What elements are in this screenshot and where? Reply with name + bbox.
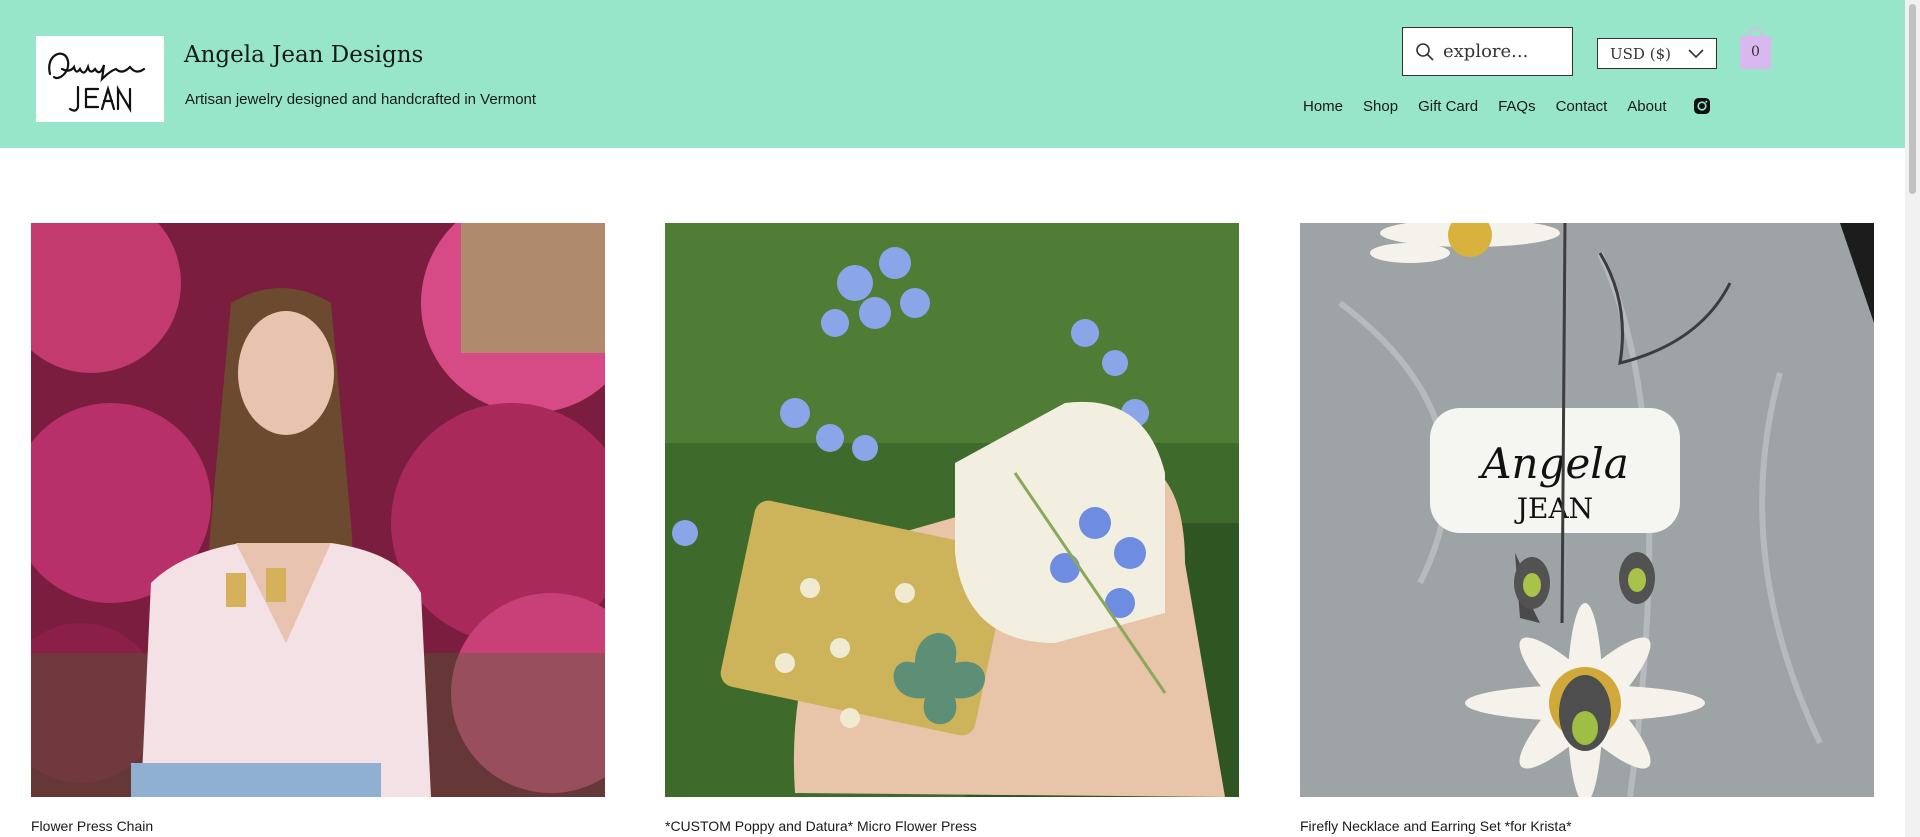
search-icon [1416,42,1434,61]
nav-gift-card[interactable]: Gift Card [1418,98,1478,115]
product-name[interactable]: Firefly Necklace and Earring Set *for Kr… [1300,818,1874,834]
main-nav: Home Shop Gift Card FAQs Contact About [1303,97,1711,115]
product-name[interactable]: Flower Press Chain [31,818,605,834]
site-header: Angela Jean Designs Artisan jewelry desi… [0,0,1905,148]
product-image-micro-flower-press[interactable] [665,223,1239,797]
svg-text:Angela: Angela [1477,439,1629,488]
product-card[interactable]: Flower Press Chain [31,223,605,834]
scrollbar-thumb[interactable] [1909,4,1916,194]
logo[interactable] [36,36,164,122]
product-card[interactable]: *CUSTOM Poppy and Datura* Micro Flower P… [665,223,1239,834]
cart-button[interactable]: 0 [1739,26,1772,70]
nav-contact[interactable]: Contact [1556,98,1608,115]
product-card[interactable]: Angela JEAN Firefly Necklace and Earring… [1300,223,1874,834]
site-tagline: Artisan jewelry designed and handcrafted… [185,91,537,108]
svg-text:JEAN: JEAN [1514,492,1593,525]
product-image-firefly-set[interactable]: Angela JEAN [1300,223,1874,797]
nav-about[interactable]: About [1627,98,1666,115]
product-name[interactable]: *CUSTOM Poppy and Datura* Micro Flower P… [665,818,1239,834]
site-title[interactable]: Angela Jean Designs [184,42,423,68]
search-box[interactable] [1402,27,1573,76]
nav-faqs[interactable]: FAQs [1498,98,1536,115]
product-image-flower-press-chain[interactable] [31,223,605,797]
cart-count: 0 [1751,44,1760,60]
currency-value: USD ($) [1610,44,1671,63]
currency-select[interactable]: USD ($) [1597,38,1717,69]
search-input[interactable] [1443,41,1563,62]
chevron-down-icon [1688,48,1704,58]
page-scrollbar[interactable] [1905,0,1920,837]
nav-home[interactable]: Home [1303,98,1343,115]
instagram-icon[interactable] [1693,97,1711,115]
nav-shop[interactable]: Shop [1363,98,1398,115]
